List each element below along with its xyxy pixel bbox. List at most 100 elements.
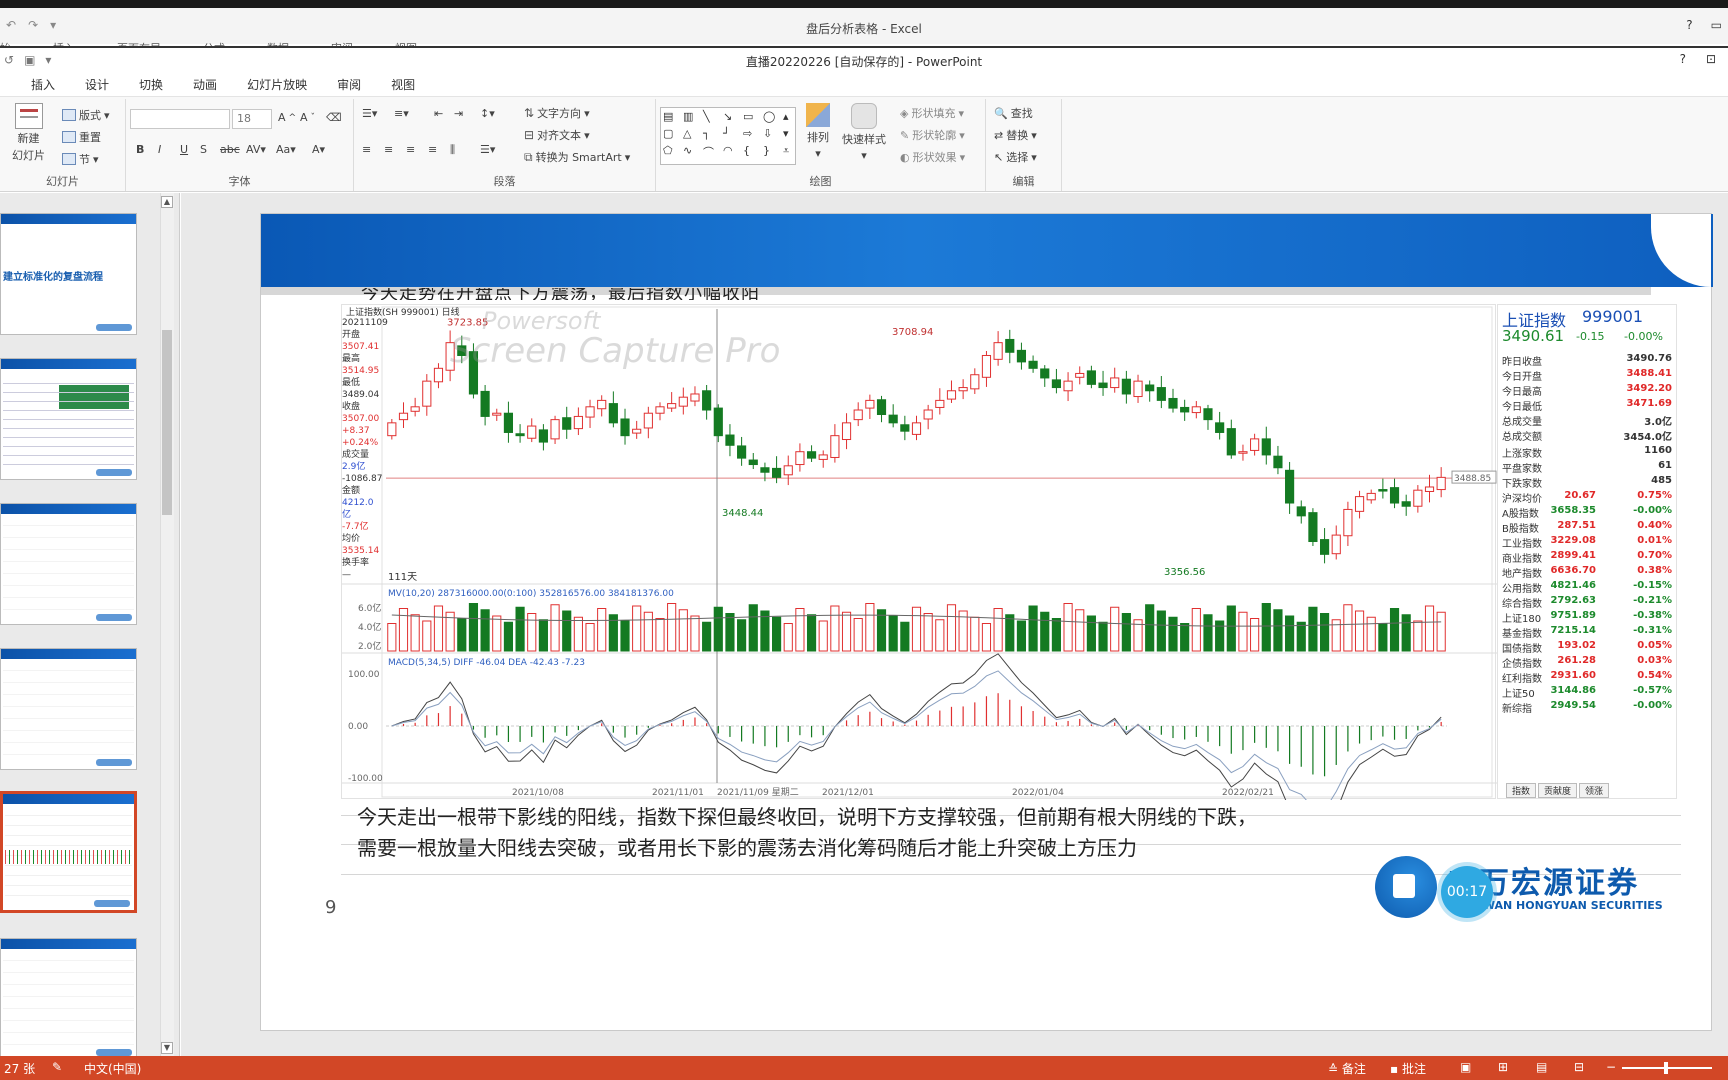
slide-thumbnail[interactable] (0, 358, 137, 480)
change-case-icon[interactable]: Aa▾ (276, 143, 296, 156)
ribbon-display-icon[interactable]: ⊡ (1706, 52, 1716, 66)
spellcheck-icon[interactable]: ✎ (52, 1060, 62, 1074)
language-indicator[interactable]: 中文(中国) (84, 1060, 141, 1077)
align-right-icon[interactable]: ≡ (406, 143, 415, 156)
tab-slideshow[interactable]: 幻灯片放映 (232, 72, 322, 96)
zoom-slider-thumb[interactable] (1664, 1062, 1668, 1074)
gallery-scroll-icon[interactable]: ▾ (783, 127, 801, 142)
decrease-indent-icon[interactable]: ⇤ (434, 107, 443, 120)
new-slide-button[interactable]: 新建 幻灯片 (12, 103, 45, 163)
index-row[interactable]: 红利指数 2931.60 0.54% (1502, 670, 1672, 685)
quote-tab[interactable]: 指数 (1506, 783, 1537, 798)
right-arrow-icon[interactable]: ⇨ (743, 127, 761, 142)
arrange-button[interactable]: 排列 ▾ (806, 103, 830, 160)
tab-insert[interactable]: 插入 (16, 72, 70, 96)
bullets-icon[interactable]: ☰▾ (362, 107, 377, 120)
italic-icon[interactable]: I (158, 143, 161, 156)
index-row[interactable]: 新综指 2949.54 -0.00% (1502, 700, 1672, 715)
slide-sorter-icon[interactable]: ⊞ (1498, 1060, 1508, 1074)
flowchart-icon[interactable]: ⬠ (663, 144, 681, 162)
quote-tab[interactable]: 领涨 (1579, 783, 1610, 798)
slide-thumbnail[interactable] (0, 938, 137, 1060)
textbox-shape-icon[interactable]: ▥ (683, 110, 701, 125)
tab-design[interactable]: 设计 (70, 72, 124, 96)
recording-timer[interactable]: 00:17 (1441, 866, 1493, 918)
textbox-shape-icon[interactable]: ▤ (663, 110, 681, 125)
font-color-icon[interactable]: A▾ (312, 143, 325, 156)
index-row[interactable]: 基金指数 7215.14 -0.31% (1502, 625, 1672, 640)
smartart-button[interactable]: ⧉ 转换为 SmartArt ▾ (524, 149, 630, 165)
scroll-down-icon[interactable]: ▼ (161, 1042, 173, 1054)
increase-indent-icon[interactable]: ⇥ (454, 107, 463, 120)
shape-effects-button[interactable]: ◐ 形状效果 ▾ (900, 149, 965, 165)
thumbnail-scroll-thumb[interactable] (162, 330, 172, 515)
reset-button[interactable]: 重置 (62, 129, 101, 145)
replace-button[interactable]: ⇄ 替换 ▾ (994, 127, 1037, 143)
index-row[interactable]: 综合指数 2792.63 -0.21% (1502, 595, 1672, 610)
rect-shape-icon[interactable]: ▭ (743, 110, 761, 125)
tab-transitions[interactable]: 切换 (124, 72, 178, 96)
index-row[interactable]: 商业指数 2899.41 0.70% (1502, 550, 1672, 565)
slide-thumbnail-active[interactable] (0, 791, 137, 913)
freeform-icon[interactable]: ∿ (683, 144, 701, 162)
elbow-arrow-icon[interactable]: ┘ (723, 127, 741, 142)
line-shape-icon[interactable]: ╲ (703, 110, 721, 125)
index-row[interactable]: 企债指数 261.28 0.03% (1502, 655, 1672, 670)
comments-button[interactable]: ▪ 批注 (1390, 1060, 1426, 1077)
section-button[interactable]: 节 ▾ (62, 151, 99, 167)
brace-left-icon[interactable]: { (743, 144, 761, 162)
quick-styles-button[interactable]: 快速样式 ▾ (842, 103, 886, 162)
shrink-font-icon[interactable]: Aˇ (300, 111, 315, 124)
char-spacing-icon[interactable]: AV▾ (246, 143, 266, 156)
align-text-button[interactable]: ⊟ 对齐文本 ▾ (524, 127, 590, 143)
slide-thumbnail[interactable]: 建立标准化的复盘流程 (0, 213, 137, 335)
grow-font-icon[interactable]: A ^ (278, 111, 296, 124)
tab-review[interactable]: 审阅 (322, 72, 376, 96)
slideshow-view-icon[interactable]: ⊟ (1574, 1060, 1584, 1074)
thumbnail-scrollbar[interactable] (160, 193, 174, 1056)
line-spacing-icon[interactable]: ↕▾ (480, 107, 495, 120)
align-left-icon[interactable]: ≡ (362, 143, 371, 156)
arc-icon[interactable]: ◠ (723, 144, 741, 162)
rounded-rect-icon[interactable]: ▢ (663, 127, 681, 142)
select-button[interactable]: ↖ 选择 ▾ (994, 149, 1037, 165)
underline-icon[interactable]: U (180, 143, 188, 156)
font-size-combo[interactable]: 18 (232, 109, 272, 129)
down-arrow-icon[interactable]: ⇩ (763, 127, 781, 142)
shapes-gallery[interactable]: ▤ ▥ ╲ ↘ ▭ ◯ ▴ ▢ △ ┐ ┘ ⇨ ⇩ ▾ ⬠ ∿ ⌒ ◠{} ⩡ (660, 107, 796, 165)
align-center-icon[interactable]: ≡ (384, 143, 393, 156)
justify-icon[interactable]: ≡ (428, 143, 437, 156)
index-row[interactable]: 地产指数 6636.70 0.38% (1502, 565, 1672, 580)
shape-fill-button[interactable]: ◈ 形状填充 ▾ (900, 105, 964, 121)
zoom-out-icon[interactable]: − (1606, 1060, 1616, 1074)
columns-icon[interactable]: ⫼ (450, 143, 455, 157)
numbering-icon[interactable]: ≡▾ (394, 107, 409, 120)
index-row[interactable]: 上证180 9751.89 -0.38% (1502, 610, 1672, 625)
find-button[interactable]: 🔍 查找 (994, 105, 1033, 121)
index-row[interactable]: 公用指数 4821.46 -0.15% (1502, 580, 1672, 595)
slide-canvas[interactable]: 今天走势在开盘点下方震荡，最后指数小幅收阳 3723.85 3708.94 3448… (260, 213, 1713, 1031)
curve-icon[interactable]: ⌒ (703, 144, 721, 162)
tab-view[interactable]: 视图 (376, 72, 430, 96)
excel-help-icon[interactable]: ? (1686, 18, 1692, 32)
elbow-connector-icon[interactable]: ┐ (703, 127, 721, 142)
index-row[interactable]: 沪深均价 20.67 0.75% (1502, 490, 1672, 505)
slide-thumbnail[interactable] (0, 648, 137, 770)
layout-button[interactable]: 版式 ▾ (62, 107, 110, 123)
triangle-icon[interactable]: △ (683, 127, 701, 142)
normal-view-icon[interactable]: ▣ (1460, 1060, 1471, 1074)
strikethrough-icon[interactable]: abc (220, 143, 240, 156)
brace-right-icon[interactable]: } (763, 144, 781, 162)
scroll-up-icon[interactable]: ▲ (161, 196, 173, 208)
text-direction-button[interactable]: ⇅ 文字方向 ▾ (524, 105, 590, 121)
index-row[interactable]: 上证50 3144.86 -0.57% (1502, 685, 1672, 700)
bold-icon[interactable]: B (136, 143, 144, 156)
chart-period[interactable]: 日线 (442, 308, 460, 318)
excel-restore-icon[interactable]: ▭ (1711, 18, 1722, 32)
tab-animations[interactable]: 动画 (178, 72, 232, 96)
clear-format-icon[interactable]: ⌫ (326, 111, 342, 124)
notes-button[interactable]: ≙ 备注 (1328, 1060, 1366, 1077)
index-row[interactable]: B股指数 287.51 0.40% (1502, 520, 1672, 535)
gallery-more-icon[interactable]: ⩡ (783, 144, 801, 162)
index-row[interactable]: A股指数 3658.35 -0.00% (1502, 505, 1672, 520)
